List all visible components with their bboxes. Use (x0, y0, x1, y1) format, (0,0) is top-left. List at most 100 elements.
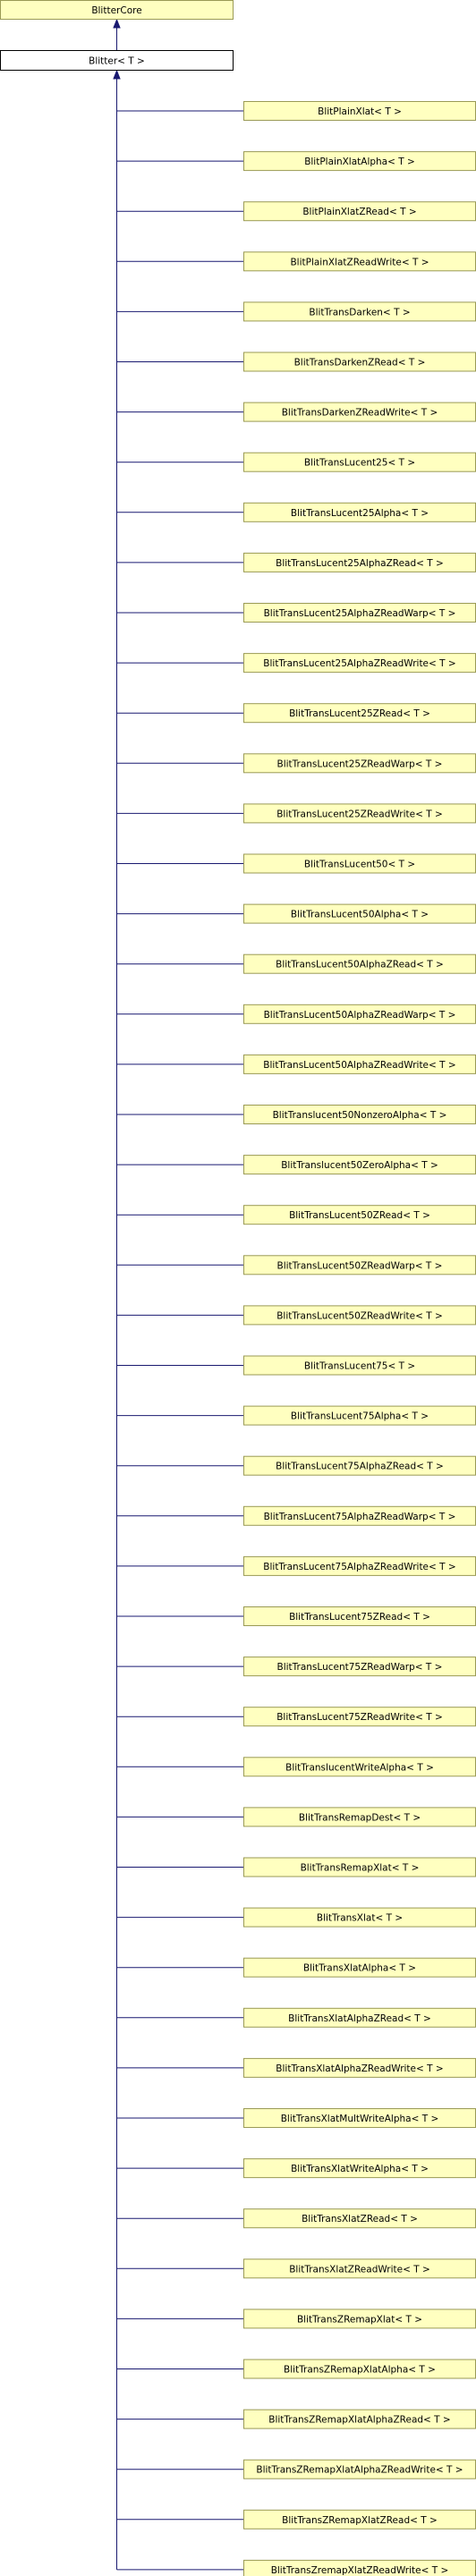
class-node[interactable]: BlitTransXlatAlpha< T > (243, 1957, 476, 1978)
class-node[interactable]: BlitTransLucent50ZRead< T > (243, 1205, 476, 1225)
node-blitter[interactable]: Blitter< T > (0, 50, 234, 71)
class-node[interactable]: BlitTransLucent75Alpha< T > (243, 1405, 476, 1426)
class-node[interactable]: BlitTransZRemapXlat< T > (243, 2309, 476, 2329)
class-node-label: BlitTransLucent25ZRead< T > (289, 708, 430, 719)
class-node[interactable]: BlitPlainXlatZReadWrite< T > (243, 251, 476, 272)
class-node-label: BlitTransXlatZRead< T > (302, 2214, 418, 2224)
class-node[interactable]: BlitPlainXlatZRead< T > (243, 201, 476, 222)
class-node-label: BlitTransLucent75Alpha< T > (291, 1411, 429, 1422)
class-node-label: BlitTransLucent25ZReadWarp< T > (277, 758, 443, 769)
class-node[interactable]: BlitTranslucent50ZeroAlpha< T > (243, 1155, 476, 1175)
class-node-label: BlitTransXlatAlphaZReadWrite< T > (276, 2063, 443, 2074)
class-node[interactable]: BlitTransZRemapXlatAlphaZRead< T > (243, 2409, 476, 2429)
arrowhead-blitter (113, 69, 121, 80)
class-node[interactable]: BlitTransXlatAlphaZReadWrite< T > (243, 2057, 476, 2078)
arrowhead-core (113, 18, 121, 29)
class-node-label: BlitTransRemapDest< T > (299, 1812, 421, 1823)
class-node-label: BlitTransLucent50AlphaZRead< T > (276, 960, 444, 970)
inheritance-edges (113, 18, 244, 2571)
class-node-label: BlitTransXlatAlphaZRead< T > (288, 2013, 431, 2024)
class-node[interactable]: BlitTransLucent25ZReadWarp< T > (243, 753, 476, 774)
node-blittercore[interactable]: BlitterCore (0, 0, 234, 20)
class-node-label: BlitTransLucent75AlphaZReadWrite< T > (263, 1562, 455, 1572)
class-node-label: BlitTransZRemapXlatAlphaZReadWrite< T > (256, 2465, 463, 2476)
class-node-label: BlitTransLucent25< T > (304, 458, 415, 469)
class-node-label: BlitTransXlatWriteAlpha< T > (291, 2164, 429, 2174)
class-node[interactable]: BlitTransLucent75ZReadWrite< T > (243, 1707, 476, 1727)
class-node-label: BlitTransLucent75AlphaZReadWarp< T > (264, 1512, 456, 1522)
class-node[interactable]: BlitTransZremapXlatZReadWrite< T > (243, 2559, 476, 2576)
class-node[interactable]: BlitTransDarken< T > (243, 301, 476, 322)
class-node-label: BlitTranslucent50ZeroAlpha< T > (281, 1160, 438, 1171)
class-node-label: BlitTransLucent50ZRead< T > (289, 1210, 430, 1221)
class-node-label: BlitTransLucent50ZReadWrite< T > (276, 1310, 443, 1321)
class-node[interactable]: BlitTransLucent25AlphaZRead< T > (243, 552, 476, 572)
class-node[interactable]: BlitTransLucent75AlphaZReadWarp< T > (243, 1505, 476, 1526)
class-node[interactable]: BlitTransLucent75ZReadWarp< T > (243, 1657, 476, 1677)
class-node-label: BlitTransLucent50AlphaZReadWarp< T > (264, 1010, 456, 1021)
class-node-label: BlitTransZRemapXlat< T > (297, 2314, 422, 2325)
class-node-label: BlitTranslucent50NonzeroAlpha< T > (273, 1110, 447, 1121)
class-node-label: BlitPlainXlat< T > (318, 106, 402, 117)
class-node[interactable]: BlitTransLucent25AlphaZReadWarp< T > (243, 603, 476, 623)
class-node[interactable]: BlitTransXlatZRead< T > (243, 2208, 476, 2229)
class-node[interactable]: BlitTransLucent25AlphaZReadWrite< T > (243, 653, 476, 674)
class-node-label: BlitTransLucent25AlphaZRead< T > (276, 558, 444, 569)
class-node[interactable]: BlitTransLucent25ZReadWrite< T > (243, 803, 476, 824)
class-node[interactable]: BlitTransXlatMultWriteAlpha< T > (243, 2108, 476, 2128)
class-node-label: BlitTransXlatMultWriteAlpha< T > (281, 2114, 439, 2124)
class-node[interactable]: BlitTransLucent50ZReadWrite< T > (243, 1305, 476, 1326)
class-node[interactable]: BlitTransLucent25Alpha< T > (243, 502, 476, 522)
class-node[interactable]: BlitPlainXlatAlpha< T > (243, 151, 476, 172)
class-node[interactable]: BlitTransLucent75AlphaZRead< T > (243, 1455, 476, 1476)
class-node-label: BlitTransLucent50< T > (304, 860, 415, 870)
class-node-label: BlitTranslucentWriteAlpha< T > (285, 1762, 434, 1773)
class-node[interactable]: BlitTransXlatAlphaZRead< T > (243, 2007, 476, 2028)
class-node[interactable]: BlitTransLucent75< T > (243, 1355, 476, 1376)
class-node[interactable]: BlitTransLucent50ZReadWarp< T > (243, 1255, 476, 1275)
class-node[interactable]: BlitTransLucent50Alpha< T > (243, 903, 476, 924)
class-node-label: BlitTransLucent50Alpha< T > (291, 910, 429, 920)
class-node[interactable]: BlitTranslucent50NonzeroAlpha< T > (243, 1105, 476, 1124)
class-node-label: BlitTransDarken< T > (309, 307, 410, 318)
class-node[interactable]: BlitTranslucentWriteAlpha< T > (243, 1757, 476, 1777)
class-node[interactable]: BlitTransLucent50AlphaZReadWrite< T > (243, 1054, 476, 1074)
class-node-label: BlitTransLucent25ZReadWrite< T > (276, 809, 443, 819)
class-node[interactable]: BlitTransDarkenZRead< T > (243, 352, 476, 372)
class-node[interactable]: BlitTransZRemapXlatAlpha< T > (243, 2359, 476, 2379)
class-node[interactable]: BlitTransLucent75ZRead< T > (243, 1606, 476, 1626)
class-node-label: BlitTransXlat< T > (317, 1913, 403, 1924)
class-node-label: BlitTransLucent50ZReadWarp< T > (277, 1260, 443, 1271)
class-node-label: BlitTransZremapXlatZReadWrite< T > (271, 2565, 449, 2576)
class-node-label: BlitPlainXlatZRead< T > (302, 207, 416, 217)
class-node[interactable]: BlitTransRemapXlat< T > (243, 1857, 476, 1877)
class-node-label: BlitPlainXlatZReadWrite< T > (290, 257, 429, 267)
class-node[interactable]: BlitTransZRemapXlatAlphaZReadWrite< T > (243, 2459, 476, 2479)
class-node[interactable]: BlitTransZRemapXlatZRead< T > (243, 2509, 476, 2529)
class-node[interactable]: BlitTransRemapDest< T > (243, 1807, 476, 1827)
class-node[interactable]: BlitTransLucent50AlphaZRead< T > (243, 953, 476, 974)
class-node-label: BlitTransXlatAlpha< T > (303, 1963, 416, 1974)
node-blitter-label: Blitter< T > (89, 56, 145, 67)
class-node-label: BlitTransLucent50AlphaZReadWrite< T > (263, 1060, 455, 1071)
class-node[interactable]: BlitTransXlatWriteAlpha< T > (243, 2158, 476, 2179)
class-node-label: BlitPlainXlatAlpha< T > (304, 157, 415, 167)
class-node[interactable]: BlitTransLucent50< T > (243, 853, 476, 874)
class-node[interactable]: BlitTransXlat< T > (243, 1907, 476, 1928)
node-blittercore-label: BlitterCore (91, 5, 141, 16)
class-node[interactable]: BlitPlainXlat< T > (243, 101, 476, 121)
class-node[interactable]: BlitTransLucent50AlphaZReadWarp< T > (243, 1004, 476, 1024)
class-node-label: BlitTransZRemapXlatAlpha< T > (284, 2365, 436, 2376)
class-node[interactable]: BlitTransDarkenZReadWrite< T > (243, 402, 476, 422)
class-node-label: BlitTransLucent75ZReadWrite< T > (276, 1712, 443, 1723)
class-node[interactable]: BlitTransLucent25ZRead< T > (243, 703, 476, 724)
class-node[interactable]: BlitTransLucent25< T > (243, 452, 476, 472)
class-node-label: BlitTransLucent75AlphaZRead< T > (276, 1462, 444, 1472)
class-node-label: BlitTransLucent25Alpha< T > (291, 508, 429, 519)
inheritance-diagram: BlitterCore Blitter< T > BlitPlainXlat< … (0, 0, 476, 2576)
class-node[interactable]: BlitTransXlatZReadWrite< T > (243, 2258, 476, 2279)
class-node-label: BlitTransDarkenZReadWrite< T > (282, 408, 438, 419)
class-node-label: BlitTransLucent75ZReadWarp< T > (277, 1662, 443, 1673)
class-node[interactable]: BlitTransLucent75AlphaZReadWrite< T > (243, 1555, 476, 1576)
class-node-label: BlitTransRemapXlat< T > (301, 1863, 420, 1874)
